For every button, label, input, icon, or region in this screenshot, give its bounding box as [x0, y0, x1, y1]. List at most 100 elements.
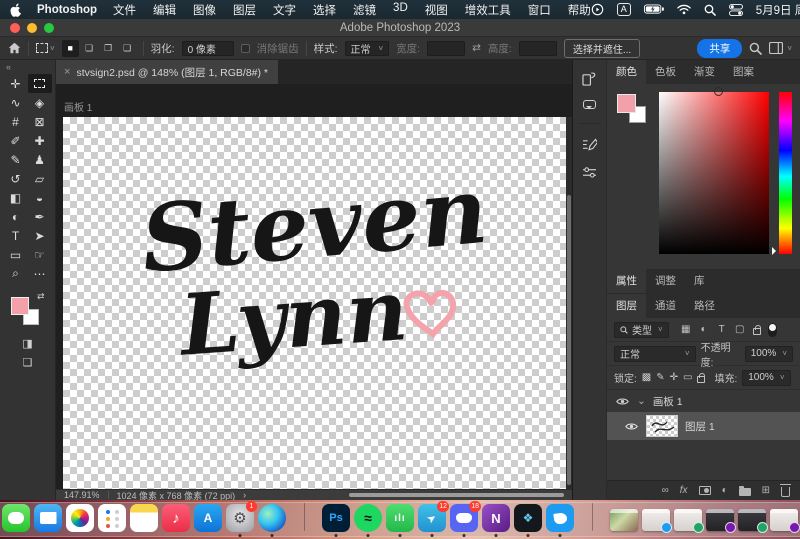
notes-icon[interactable]: [130, 503, 158, 536]
new-layer-icon[interactable]: ⊞: [762, 485, 770, 496]
zoom-tool[interactable]: ⌕: [4, 264, 28, 283]
menu-item[interactable]: 编辑: [153, 2, 176, 18]
minimized-window-purple[interactable]: [770, 503, 798, 536]
menu-item[interactable]: 窗口: [528, 2, 551, 18]
lock-transparent-icon[interactable]: ▩: [642, 372, 651, 383]
layer-row-artboard[interactable]: ⌄ 画板 1: [607, 390, 800, 412]
panel-tab[interactable]: 属性: [607, 269, 646, 293]
onenote-icon[interactable]: N: [482, 503, 510, 536]
stats-app-icon[interactable]: ılı: [386, 503, 414, 536]
filter-smart-object-icon[interactable]: [753, 328, 761, 335]
color-picker-ring[interactable]: [714, 87, 723, 96]
menu-clock[interactable]: 5月9日 周二 下午3:22: [756, 2, 800, 18]
saturation-brightness-field[interactable]: [659, 92, 769, 254]
panel-tab[interactable]: 渐变: [685, 60, 724, 84]
menu-item[interactable]: 帮助: [568, 2, 591, 18]
lasso-tool[interactable]: ∿: [4, 93, 28, 112]
menu-item[interactable]: 图层: [233, 2, 256, 18]
layer-filter-toggle[interactable]: [768, 323, 777, 337]
lock-artboard-icon[interactable]: ▭: [683, 372, 692, 383]
edge-icon[interactable]: [258, 503, 286, 536]
panel-tab[interactable]: 通道: [646, 294, 685, 318]
selection-mode-new[interactable]: ■: [62, 40, 79, 57]
spotify-icon[interactable]: ≈: [354, 503, 382, 536]
dodge-tool[interactable]: ◐: [4, 207, 28, 226]
blur-tool[interactable]: ◒: [28, 188, 52, 207]
hand-tool[interactable]: ☞: [28, 245, 52, 264]
link-layers-icon[interactable]: ∞: [662, 485, 669, 496]
lock-all-icon[interactable]: [697, 376, 705, 383]
visibility-eye-icon[interactable]: [623, 422, 639, 431]
delete-layer-icon[interactable]: [781, 487, 790, 497]
marquee-tool-preset[interactable]: ˅: [36, 43, 55, 53]
brush-tool[interactable]: ✎: [4, 150, 28, 169]
zoom-level[interactable]: 147.91%: [64, 490, 100, 500]
minimized-dark-window-purple[interactable]: [706, 503, 734, 536]
opacity-select[interactable]: 100% ˅: [745, 346, 793, 362]
panel-tab[interactable]: 图层: [607, 294, 646, 318]
battery-icon[interactable]: [644, 4, 664, 15]
crop-tool[interactable]: #: [4, 112, 28, 131]
reminders-icon[interactable]: [98, 503, 126, 536]
lock-position-icon[interactable]: ✛: [670, 372, 678, 383]
status-chevron-icon[interactable]: ›: [243, 490, 246, 500]
marquee-tool[interactable]: [28, 74, 52, 93]
tool-settings-panel-icon[interactable]: [582, 166, 597, 178]
screen-record-icon[interactable]: [591, 3, 604, 16]
photos-icon[interactable]: [66, 503, 94, 536]
music-icon[interactable]: ♪: [162, 503, 190, 536]
window-titlebar[interactable]: Adobe Photoshop 2023: [0, 19, 800, 37]
hue-slider-arrow[interactable]: [772, 247, 780, 255]
photoshop-icon[interactable]: Ps: [322, 503, 350, 536]
foreground-color-swatch[interactable]: [11, 297, 29, 315]
menu-item[interactable]: 视图: [425, 2, 448, 18]
swap-colors-icon[interactable]: ⇄: [37, 291, 45, 302]
panel-tab[interactable]: 图案: [724, 60, 763, 84]
home-icon[interactable]: [8, 42, 21, 54]
input-method-icon[interactable]: A: [617, 3, 631, 16]
settings-icon[interactable]: ⚙ 1: [226, 503, 254, 536]
filter-shape-layers-icon[interactable]: ▢: [732, 324, 748, 335]
minimized-photo-window[interactable]: [610, 503, 638, 536]
type-tool[interactable]: T: [4, 226, 28, 245]
pen-tool[interactable]: ✒: [28, 207, 52, 226]
more-tools[interactable]: ⋯: [28, 264, 52, 283]
menu-item[interactable]: 文字: [273, 2, 296, 18]
menu-item[interactable]: 增效工具: [465, 2, 511, 18]
horizontal-scrollbar[interactable]: [349, 493, 564, 497]
select-and-mask-button[interactable]: 选择并遮住...: [564, 39, 640, 58]
twitter-icon[interactable]: [546, 503, 574, 536]
discord-icon[interactable]: 18: [450, 503, 478, 536]
visibility-eye-icon[interactable]: [614, 397, 630, 406]
panel-tab[interactable]: 路径: [685, 294, 724, 318]
swap-dimensions-icon[interactable]: ⇄: [472, 42, 481, 54]
app-menu[interactable]: Photoshop: [37, 4, 97, 16]
rectangle-tool[interactable]: ▭: [4, 245, 28, 264]
layer-filter-select[interactable]: 类型 ˅: [614, 322, 669, 338]
selection-mode-subtract[interactable]: ❐: [100, 40, 117, 57]
appstore-icon[interactable]: A: [194, 503, 222, 536]
dark-blue-app-icon[interactable]: ❖: [514, 503, 542, 536]
workspace-switcher[interactable]: ˅: [769, 42, 792, 54]
healing-brush-tool[interactable]: ✚: [28, 131, 52, 150]
clone-stamp-tool[interactable]: ♟: [28, 150, 52, 169]
hue-slider[interactable]: [779, 92, 792, 254]
layer-row-selected[interactable]: 图层 1: [607, 412, 800, 440]
wifi-icon[interactable]: [677, 4, 691, 15]
width-input[interactable]: [427, 41, 465, 56]
minimized-dark-window-green[interactable]: [738, 503, 766, 536]
selection-mode-add[interactable]: ❏: [81, 40, 98, 57]
gradient-tool[interactable]: ◧: [4, 188, 28, 207]
document-tab[interactable]: × stvsign2.psd @ 148% (图层 1, RGB/8#) *: [56, 60, 278, 84]
menu-item[interactable]: 3D: [393, 2, 408, 18]
menu-item[interactable]: 图像: [193, 2, 216, 18]
panel-foreground-swatch[interactable]: [617, 94, 636, 113]
toolbar-collapse-icon[interactable]: «: [0, 62, 55, 74]
mail-icon[interactable]: [34, 503, 62, 536]
menu-item[interactable]: 文件: [113, 2, 136, 18]
blend-mode-select[interactable]: 正常 ˅: [614, 346, 696, 362]
artboard-expand-chevron[interactable]: ⌄: [637, 395, 646, 407]
antialias-checkbox[interactable]: [241, 44, 250, 53]
panel-tab[interactable]: 库: [685, 269, 714, 293]
apple-menu-icon[interactable]: [10, 3, 23, 17]
